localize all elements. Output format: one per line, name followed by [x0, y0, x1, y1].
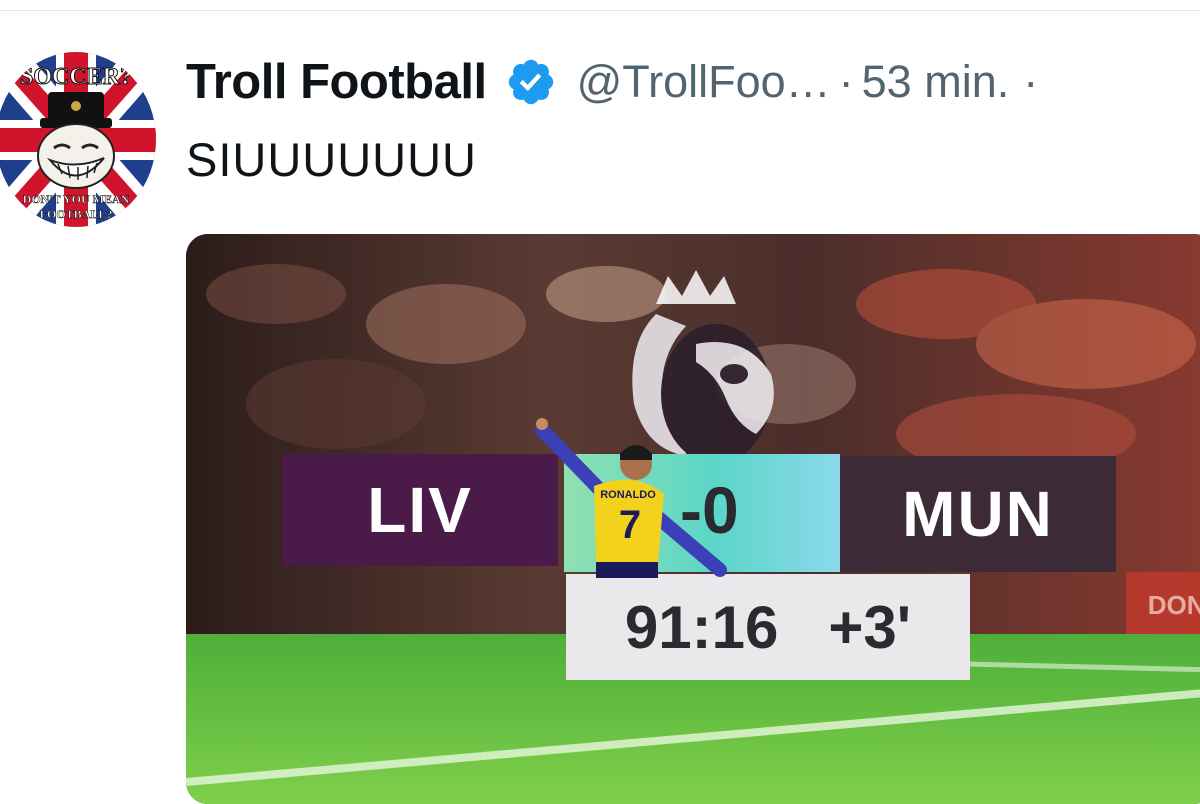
clock-time: 91:16	[624, 593, 779, 661]
tweet-text: SIUUUUUUU	[186, 133, 477, 186]
shirt-number: 7	[619, 503, 641, 547]
verified-badge-icon[interactable]	[505, 56, 557, 108]
tweet-header: Troll Football @TrollFoo… · 53 min. ·	[186, 52, 1038, 112]
added-time: +3'	[828, 593, 912, 661]
display-name[interactable]: Troll Football	[186, 54, 487, 110]
match-clock: 91:16 +3'	[566, 574, 970, 680]
svg-text:SOCCER?: SOCCER?	[20, 64, 132, 90]
away-team-abbr: MUN	[840, 456, 1116, 572]
svg-text:DONA: DONA	[1148, 590, 1200, 620]
player-celebrating-figure: RONALDO 7	[535, 418, 727, 578]
more-dot: ·	[1023, 56, 1039, 107]
union-jack-troll-avatar-icon: SOCCER? DON'T YOU MEAN FOOTBALL?	[0, 52, 156, 227]
svg-text:FOOTBALL?: FOOTBALL?	[40, 207, 113, 221]
home-team-abbr: LIV	[282, 454, 558, 566]
separator: ·	[838, 56, 854, 107]
top-divider	[0, 10, 1200, 11]
timestamp[interactable]: 53 min.	[862, 56, 1010, 108]
svg-text:DON'T YOU MEAN: DON'T YOU MEAN	[23, 192, 130, 206]
handle[interactable]: @TrollFoo…	[577, 56, 831, 108]
tweet-media[interactable]: DONA LIV -0 MUN 91:16 +3' RONALDO 7	[186, 234, 1200, 804]
avatar[interactable]: SOCCER? DON'T YOU MEAN FOOTBALL?	[0, 52, 156, 227]
shirt-name: RONALDO	[600, 489, 656, 501]
